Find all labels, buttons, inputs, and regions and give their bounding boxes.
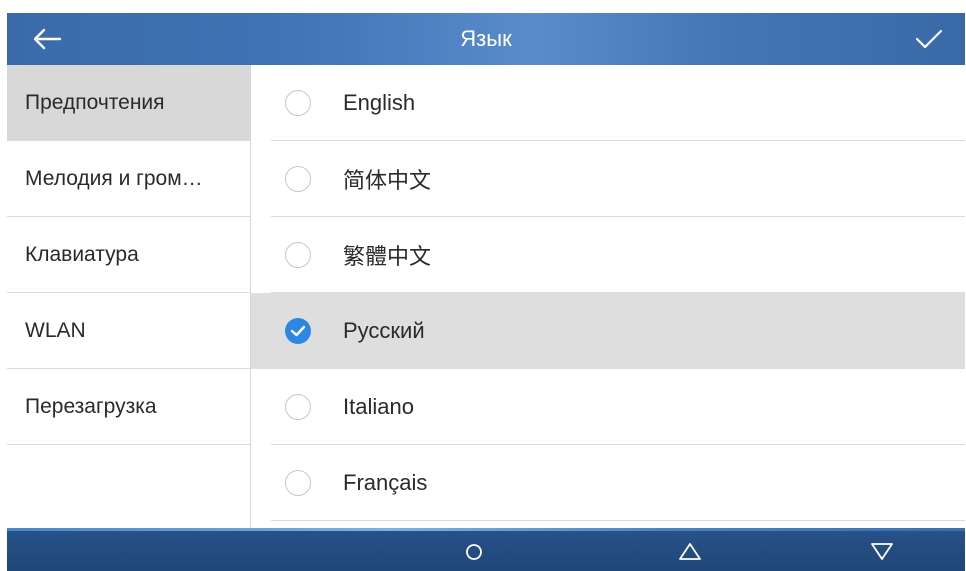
language-label: 繁體中文 [343, 244, 432, 269]
page-down-button[interactable] [857, 531, 907, 571]
back-button[interactable] [21, 13, 73, 65]
sidebar-item-label: Мелодия и гром… [25, 166, 203, 190]
divider [271, 520, 965, 521]
language-option-simplified-chinese[interactable]: 简体中文 [251, 141, 965, 217]
title-bar: Язык [7, 13, 965, 65]
sidebar-item-label: Перезагрузка [25, 394, 157, 418]
sidebar-item-wlan[interactable]: WLAN [7, 293, 250, 369]
sidebar-item-keyboard[interactable]: Клавиатура [7, 217, 250, 293]
checkmark-icon [915, 29, 943, 49]
language-label: Русский [343, 318, 425, 343]
sidebar-empty-space [7, 445, 250, 525]
sidebar-item-preferences[interactable]: Предпочтения [7, 65, 250, 141]
checkmark-icon [290, 325, 306, 337]
triangle-down-icon [871, 543, 893, 560]
language-label: Italiano [343, 394, 414, 419]
home-button[interactable] [449, 531, 499, 571]
language-label: 简体中文 [343, 168, 432, 193]
language-option-italian[interactable]: Italiano [251, 369, 965, 445]
language-label: Français [343, 470, 428, 495]
language-option-traditional-chinese[interactable]: 繁體中文 [251, 217, 965, 293]
sidebar-item-label: Клавиатура [25, 242, 139, 266]
screen: Язык Предпочтения Мелодия и гром… Клавиа… [0, 0, 966, 571]
radio-button[interactable] [285, 166, 311, 192]
radio-button[interactable] [285, 470, 311, 496]
language-option-english[interactable]: English [251, 65, 965, 141]
page-title: Язык [460, 26, 512, 51]
language-option-russian[interactable]: Русский [251, 293, 965, 369]
circle-home-icon [466, 544, 482, 560]
radio-button[interactable] [285, 90, 311, 116]
sidebar-item-label: WLAN [25, 318, 86, 342]
radio-button-checked[interactable] [285, 318, 311, 344]
arrow-left-icon [33, 28, 62, 50]
confirm-button[interactable] [903, 13, 955, 65]
navigation-bar [7, 528, 965, 571]
language-label: English [343, 90, 416, 115]
sidebar-item-reboot[interactable]: Перезагрузка [7, 369, 250, 445]
sidebar-item-ringtone-volume[interactable]: Мелодия и гром… [7, 141, 250, 217]
radio-button[interactable] [285, 242, 311, 268]
page-up-button[interactable] [665, 531, 715, 571]
language-option-french[interactable]: Français [251, 445, 965, 521]
settings-sidebar: Предпочтения Мелодия и гром… Клавиатура … [7, 65, 251, 529]
radio-button[interactable] [285, 394, 311, 420]
triangle-up-icon [679, 543, 701, 560]
language-list: English 简体中文 繁體中文 Русский Italiano Franç… [251, 65, 965, 529]
sidebar-item-label: Предпочтения [25, 90, 165, 114]
